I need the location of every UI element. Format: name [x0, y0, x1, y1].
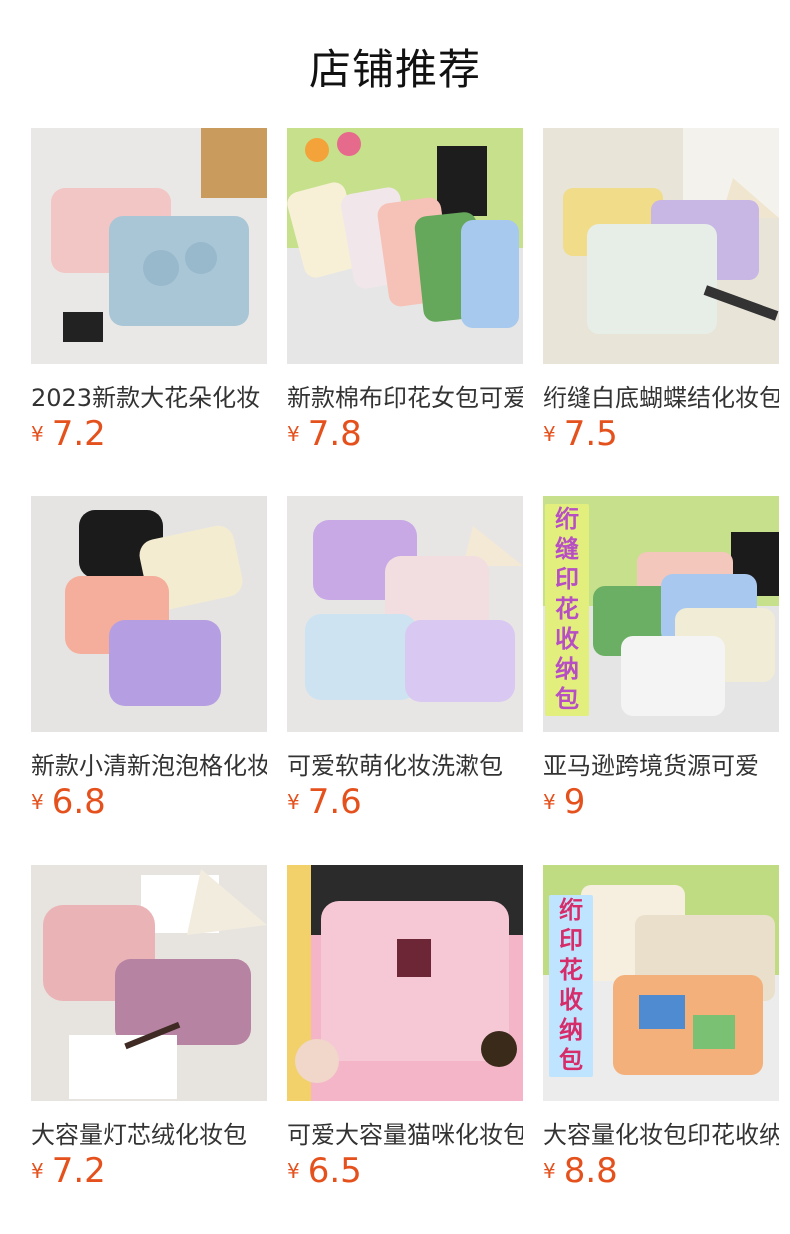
product-name[interactable]: 新款小清新泡泡格化妆: [31, 746, 267, 781]
product-price: ¥7.8: [287, 414, 362, 454]
product-price: ¥7.2: [31, 1151, 106, 1191]
price-value: 6.5: [307, 1151, 362, 1191]
price-value: 7.8: [307, 414, 362, 454]
badge-text: 绗缝印花收纳包: [555, 504, 579, 713]
product-image[interactable]: [31, 496, 267, 732]
currency-symbol: ¥: [287, 422, 300, 446]
product-card[interactable]: 新款小清新泡泡格化妆 ¥6.8: [31, 496, 267, 826]
product-badge: 绗缝印花收纳包: [545, 504, 589, 716]
product-price: ¥7.2: [31, 414, 106, 454]
product-price: ¥6.8: [31, 782, 106, 822]
product-card[interactable]: 可爱大容量猫咪化妆包 ¥6.5: [287, 865, 523, 1195]
currency-symbol: ¥: [543, 1159, 556, 1183]
product-name[interactable]: 大容量灯芯绒化妆包: [31, 1115, 267, 1150]
product-price: ¥6.5: [287, 1151, 362, 1191]
price-value: 6.8: [51, 782, 106, 822]
product-image[interactable]: [287, 865, 523, 1101]
product-image[interactable]: 绗印花收纳包: [543, 865, 779, 1101]
currency-symbol: ¥: [31, 422, 44, 446]
price-value: 7.2: [51, 1151, 106, 1191]
product-card[interactable]: 大容量灯芯绒化妆包 ¥7.2: [31, 865, 267, 1195]
currency-symbol: ¥: [31, 790, 44, 814]
product-name[interactable]: 大容量化妆包印花收纳: [543, 1115, 779, 1150]
product-card[interactable]: 绗印花收纳包 大容量化妆包印花收纳 ¥8.8: [543, 865, 779, 1195]
product-image[interactable]: 绗缝印花收纳包: [543, 496, 779, 732]
product-image[interactable]: [287, 128, 523, 364]
price-value: 7.2: [51, 414, 106, 454]
product-card[interactable]: 新款棉布印花女包可爱 ¥7.8: [287, 128, 523, 458]
price-value: 7.6: [307, 782, 362, 822]
page-title: 店铺推荐: [308, 45, 481, 94]
currency-symbol: ¥: [287, 1159, 300, 1183]
product-name[interactable]: 亚马逊跨境货源可爱: [543, 746, 779, 781]
product-card[interactable]: 2023新款大花朵化妆 ¥7.2: [31, 128, 267, 458]
product-price: ¥7.6: [287, 782, 362, 822]
product-image[interactable]: [31, 128, 267, 364]
price-value: 9: [563, 782, 586, 822]
currency-symbol: ¥: [543, 422, 556, 446]
product-badge: 绗印花收纳包: [549, 895, 593, 1077]
product-image[interactable]: [287, 496, 523, 732]
product-price: ¥9: [543, 782, 585, 822]
currency-symbol: ¥: [287, 790, 300, 814]
product-card[interactable]: 可爱软萌化妆洗漱包 ¥7.6: [287, 496, 523, 826]
product-name[interactable]: 可爱软萌化妆洗漱包: [287, 746, 523, 781]
product-price: ¥8.8: [543, 1151, 618, 1191]
price-value: 8.8: [563, 1151, 618, 1191]
currency-symbol: ¥: [543, 790, 556, 814]
product-card[interactable]: 绗缝白底蝴蝶结化妆包 ¥7.5: [543, 128, 779, 458]
currency-symbol: ¥: [31, 1159, 44, 1183]
product-image[interactable]: [543, 128, 779, 364]
product-image[interactable]: [31, 865, 267, 1101]
product-price: ¥7.5: [543, 414, 618, 454]
product-name[interactable]: 新款棉布印花女包可爱: [287, 378, 523, 413]
price-value: 7.5: [563, 414, 618, 454]
product-name[interactable]: 2023新款大花朵化妆: [31, 378, 267, 413]
product-name[interactable]: 可爱大容量猫咪化妆包: [287, 1115, 523, 1150]
product-card[interactable]: 绗缝印花收纳包 亚马逊跨境货源可爱 ¥9: [543, 496, 779, 826]
badge-text: 绗印花收纳包: [559, 895, 583, 1074]
product-name[interactable]: 绗缝白底蝴蝶结化妆包: [543, 378, 779, 413]
